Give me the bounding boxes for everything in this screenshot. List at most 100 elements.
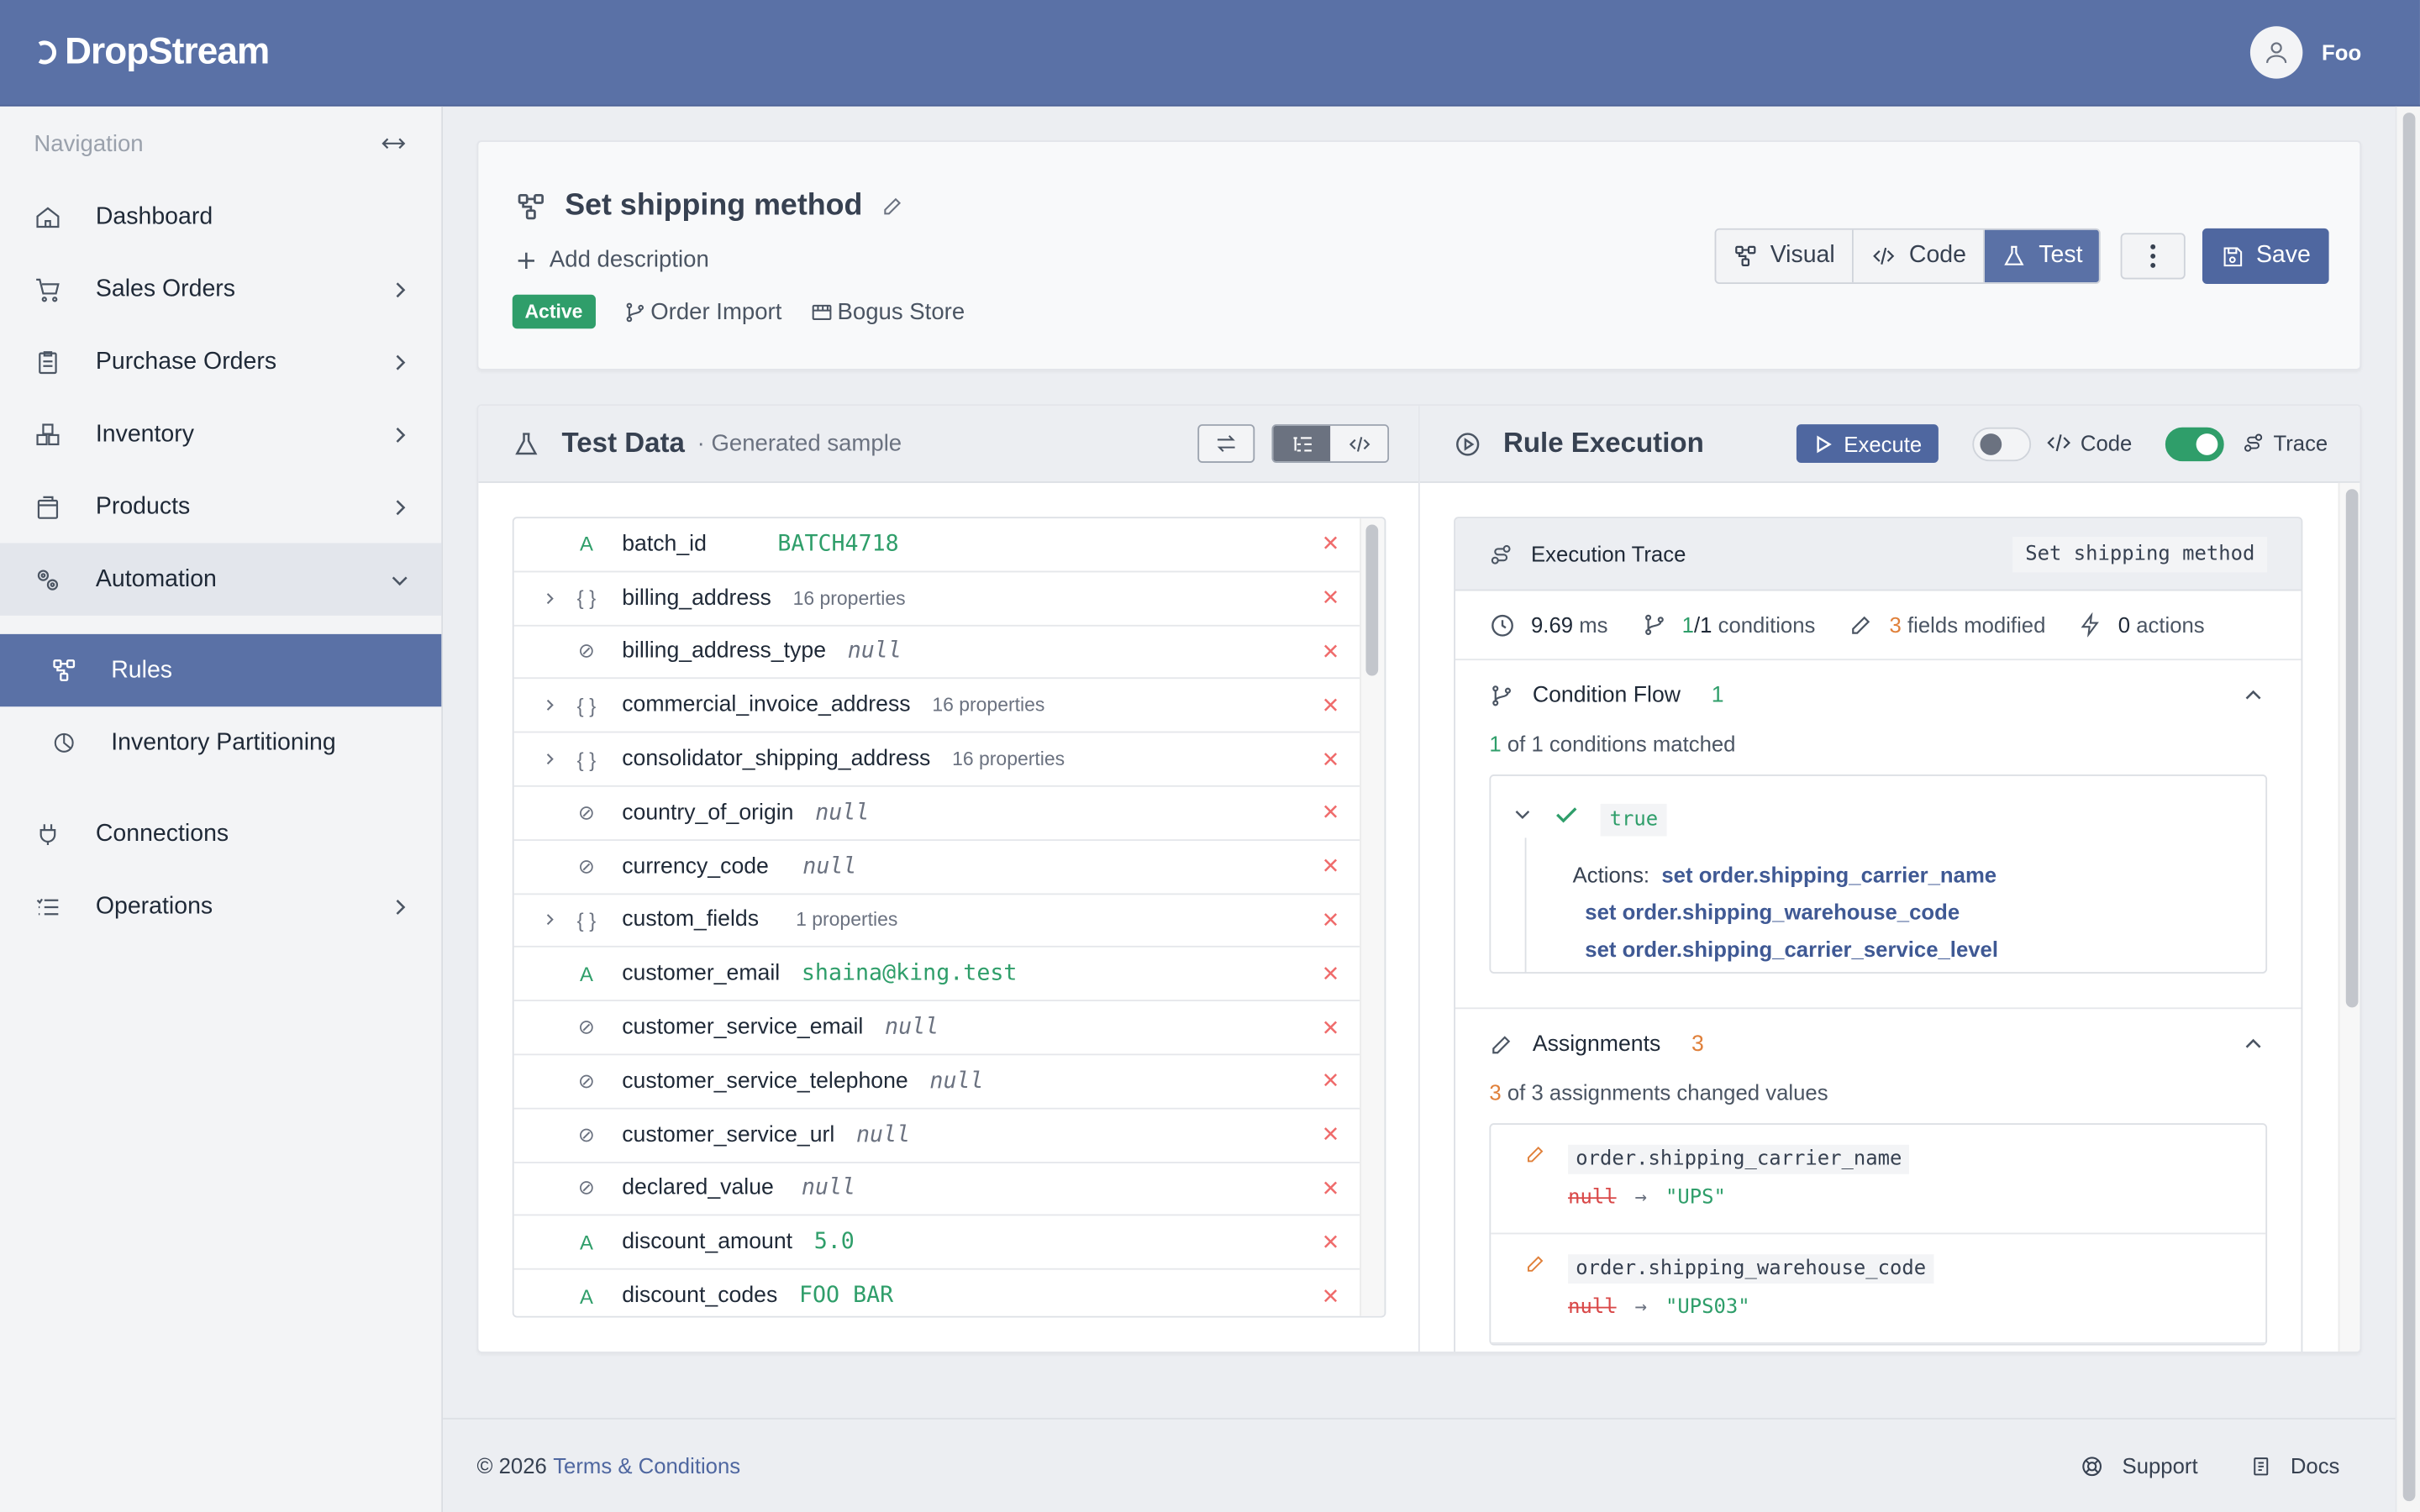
field-key: consolidator_shipping_address (622, 747, 931, 772)
edit-title-pencil-icon[interactable] (881, 194, 904, 218)
condition-flow-section: Condition Flow 1 1 of 1 conditions match… (1455, 660, 2302, 1010)
dropstream-logo-icon (38, 40, 57, 65)
add-description-button[interactable]: Add description (515, 247, 709, 273)
condition-flow-header[interactable]: Condition Flow 1 (1489, 660, 2267, 731)
user-menu[interactable]: Foo (2250, 26, 2361, 79)
table-row[interactable]: A discount_amount 5.0 ✕ (513, 1216, 1361, 1270)
sidebar-item-rules[interactable]: Rules (0, 633, 442, 707)
trace-toggle[interactable] (2165, 427, 2224, 462)
table-row[interactable]: ⊘ declared_value null ✕ (513, 1163, 1361, 1216)
sidebar-item-automation[interactable]: Automation (0, 543, 442, 616)
execution-scroll-thumb[interactable] (2345, 489, 2359, 1008)
code-toggle[interactable] (1972, 427, 2032, 462)
table-row[interactable]: ⊘ customer_service_telephone null ✕ (513, 1055, 1361, 1110)
table-row[interactable]: ⊘ currency_code null ✕ (513, 841, 1361, 895)
support-label: Support (2122, 1453, 2198, 1478)
flow-icon (53, 659, 76, 681)
field-value[interactable]: null (815, 801, 869, 825)
main-scroll-thumb[interactable] (2402, 113, 2416, 1502)
remove-field-icon[interactable]: ✕ (1322, 692, 1340, 718)
docs-link[interactable]: Docs (2250, 1453, 2339, 1478)
chevron-up-icon[interactable] (2243, 685, 2265, 706)
table-row[interactable]: A batch_id BATCH4718 ✕ (513, 518, 1361, 573)
chevron-right-icon[interactable] (539, 752, 560, 767)
assignments-header[interactable]: Assignments 3 (1489, 1009, 2267, 1079)
tree-view-button[interactable] (1273, 425, 1331, 462)
field-value[interactable]: FOO BAR (799, 1284, 893, 1308)
remove-field-icon[interactable]: ✕ (1322, 638, 1340, 664)
save-button[interactable]: Save (2202, 228, 2329, 284)
sidebar-item-sales-orders[interactable]: Sales Orders (0, 253, 441, 325)
object-type-icon: { } (576, 748, 597, 771)
sidebar-item-dashboard[interactable]: Dashboard (0, 181, 441, 253)
field-value[interactable]: null (848, 639, 902, 664)
table-row[interactable]: ⊘ billing_address_type null ✕ (513, 626, 1361, 680)
table-row[interactable]: { } consolidator_shipping_address 16 pro… (513, 733, 1361, 787)
brand-logo[interactable]: DropStream (34, 31, 270, 74)
sidebar-item-inventory[interactable]: Inventory (0, 398, 441, 470)
field-value[interactable]: BATCH4718 (777, 532, 898, 556)
chevron-right-icon[interactable] (539, 591, 560, 606)
sidebar-item-connections[interactable]: Connections (0, 798, 441, 870)
test-button[interactable]: Test (1984, 229, 2100, 283)
sidebar-item-inventory-partitioning[interactable]: Inventory Partitioning (0, 706, 441, 779)
chevron-right-icon[interactable] (539, 698, 560, 713)
table-row[interactable]: ⊘ customer_service_url null ✕ (513, 1109, 1361, 1163)
execute-button[interactable]: Execute (1796, 424, 1939, 464)
remove-field-icon[interactable]: ✕ (1322, 800, 1340, 826)
remove-field-icon[interactable]: ✕ (1322, 1283, 1340, 1309)
rule-title-row: Set shipping method (515, 188, 904, 223)
remove-field-icon[interactable]: ✕ (1322, 1122, 1340, 1148)
field-value[interactable]: null (929, 1069, 983, 1094)
duration-stat: 9.69 ms (1489, 612, 1607, 638)
chevron-right-icon[interactable] (539, 912, 560, 927)
field-value[interactable]: shaina@king.test (802, 962, 1018, 986)
field-value[interactable]: null (856, 1122, 910, 1147)
sidebar-item-purchase-orders[interactable]: Purchase Orders (0, 326, 441, 398)
field-value[interactable]: 5.0 (814, 1230, 855, 1254)
table-row[interactable]: A customer_email shaina@king.test ✕ (513, 948, 1361, 1002)
avatar[interactable] (2250, 26, 2303, 79)
field-list-scroll-thumb[interactable] (1365, 524, 1379, 676)
visual-button[interactable]: Visual (1716, 229, 1854, 283)
remove-field-icon[interactable]: ✕ (1322, 585, 1340, 611)
main-scrollbar[interactable] (2395, 106, 2420, 1512)
test-data-header: Test Data · Generated sample (478, 406, 1418, 483)
chevron-up-icon[interactable] (2243, 1034, 2265, 1056)
remove-field-icon[interactable]: ✕ (1322, 907, 1340, 933)
remove-field-icon[interactable]: ✕ (1322, 1068, 1340, 1095)
table-row[interactable]: { } commercial_invoice_address 16 proper… (513, 680, 1361, 733)
json-view-button[interactable] (1330, 425, 1388, 462)
string-type-icon: A (579, 962, 593, 986)
assignment-path: order.shipping_carrier_name (1568, 1144, 1910, 1174)
sidebar-item-products[interactable]: Products (0, 470, 441, 543)
field-value[interactable]: null (885, 1016, 939, 1040)
remove-field-icon[interactable]: ✕ (1322, 532, 1340, 558)
field-list-scrollbar[interactable] (1360, 518, 1385, 1316)
collapse-sidebar-icon[interactable] (380, 133, 408, 155)
remove-field-icon[interactable]: ✕ (1322, 1175, 1340, 1201)
table-row[interactable]: A discount_codes FOO BAR ✕ (514, 1270, 1361, 1316)
field-value[interactable]: null (802, 854, 856, 879)
support-link[interactable]: Support (2081, 1453, 2198, 1478)
remove-field-icon[interactable]: ✕ (1322, 1229, 1340, 1255)
actions-stat: 0 actions (2080, 612, 2205, 638)
execution-scrollbar[interactable] (2338, 482, 2360, 1352)
swap-data-button[interactable] (1197, 424, 1255, 464)
terms-link[interactable]: Terms & Conditions (553, 1453, 740, 1478)
table-row[interactable]: { } billing_address 16 properties ✕ (513, 572, 1361, 626)
conditions-label: conditions (1718, 612, 1816, 638)
field-value[interactable]: null (802, 1176, 855, 1200)
sidebar-item-operations[interactable]: Operations (0, 870, 441, 942)
code-button[interactable]: Code (1853, 229, 1985, 283)
remove-field-icon[interactable]: ✕ (1322, 853, 1340, 879)
remove-field-icon[interactable]: ✕ (1322, 1015, 1340, 1041)
remove-field-icon[interactable]: ✕ (1322, 746, 1340, 772)
remove-field-icon[interactable]: ✕ (1322, 961, 1340, 987)
table-row[interactable]: ⊘ customer_service_email null ✕ (513, 1001, 1361, 1056)
table-row[interactable]: ⊘ country_of_origin null ✕ (513, 787, 1361, 841)
more-options-button[interactable] (2120, 233, 2186, 280)
chevron-down-icon[interactable] (1512, 804, 1533, 824)
rule-execution-panel: Rule Execution Execute Code Trace Execut… (1419, 406, 2360, 1352)
table-row[interactable]: { } custom_fields 1 properties ✕ (513, 895, 1361, 948)
